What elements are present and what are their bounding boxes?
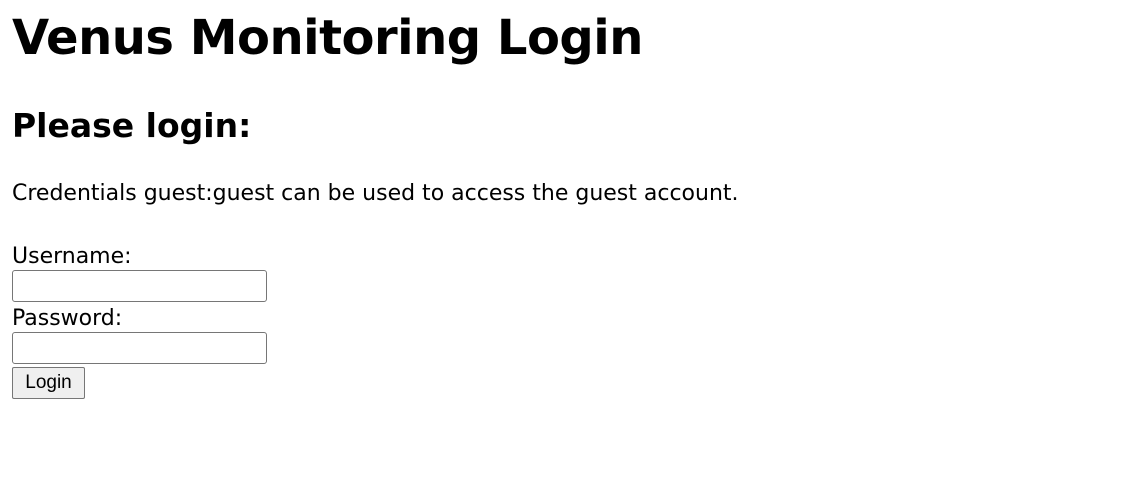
- login-page: Venus Monitoring Login Please login: Cre…: [0, 0, 1131, 500]
- username-label: Username:: [12, 244, 132, 269]
- page-title: Venus Monitoring Login: [12, 10, 643, 66]
- login-button[interactable]: Login: [12, 367, 85, 399]
- password-label: Password:: [12, 306, 123, 331]
- credentials-hint: Credentials guest:guest can be used to a…: [12, 181, 739, 206]
- username-input[interactable]: [12, 270, 267, 302]
- password-input[interactable]: [12, 332, 267, 364]
- login-form: Username: Password: Login: [12, 243, 412, 399]
- login-heading: Please login:: [12, 106, 252, 145]
